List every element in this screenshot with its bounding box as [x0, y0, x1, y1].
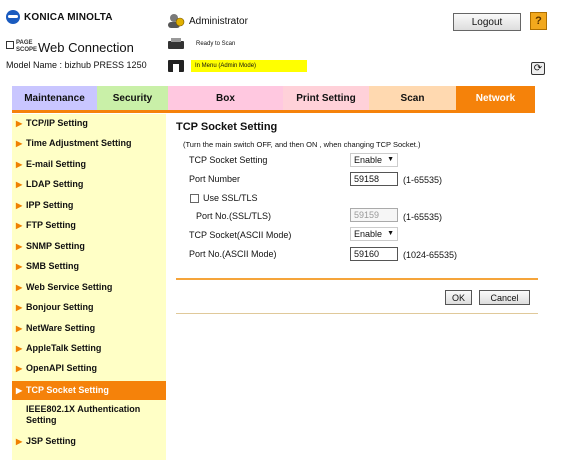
tab-security[interactable]: Security	[97, 86, 168, 110]
help-icon[interactable]: ?	[530, 12, 547, 30]
mode-status: In Menu (Admin Mode)	[191, 60, 307, 72]
port-number-label: Port Number	[189, 174, 241, 184]
arrow-right-icon: ▶	[16, 139, 23, 148]
arrow-right-icon: ▶	[16, 262, 23, 271]
ascii-port-range: (1024-65535)	[403, 250, 458, 260]
ascii-port-input[interactable]: 59160	[350, 247, 398, 261]
sidebar-item-time-adjustment[interactable]: ▶ Time Adjustment Setting	[12, 138, 166, 154]
administrator-icon	[168, 14, 185, 28]
arrow-right-icon: ▶	[16, 283, 23, 292]
port-number-input[interactable]: 59158	[350, 172, 398, 186]
main-tabs: Maintenance Security Box Print Setting S…	[12, 86, 535, 110]
dropdown-arrow-icon: ▼	[387, 156, 394, 163]
ascii-mode-value: Enable	[354, 229, 383, 239]
sidebar-item-smb[interactable]: ▶ SMB Setting	[12, 261, 166, 277]
sidebar-item-snmp[interactable]: ▶ SNMP Setting	[12, 241, 166, 257]
model-name: Model Name : bizhub PRESS 1250	[6, 60, 147, 70]
dropdown-arrow-icon: ▼	[387, 230, 394, 237]
tcp-socket-select[interactable]: Enable ▼	[350, 153, 398, 167]
arrow-right-icon: ▶	[16, 324, 23, 333]
sidebar-item-bonjour[interactable]: ▶ Bonjour Setting	[12, 302, 166, 318]
sidebar-item-ldap[interactable]: ▶ LDAP Setting	[12, 179, 166, 195]
port-number-range: (1-65535)	[403, 175, 443, 185]
sidebar-item-jsp[interactable]: ▶ JSP Setting	[12, 436, 166, 452]
ascii-mode-select[interactable]: Enable ▼	[350, 227, 398, 241]
sidebar-item-ieee8021x[interactable]: IEEE802.1X Authentication Setting	[12, 404, 166, 430]
tab-maintenance[interactable]: Maintenance	[12, 86, 97, 110]
bottom-divider	[176, 313, 538, 314]
tab-network[interactable]: Network	[456, 86, 535, 110]
ssl-port-label: Port No.(SSL/TLS)	[196, 211, 272, 221]
tcp-socket-value: Enable	[354, 155, 383, 165]
tab-underline	[12, 110, 535, 113]
arrow-right-icon: ▶	[16, 221, 23, 230]
admin-mode-icon	[168, 60, 184, 72]
refresh-icon[interactable]: ⟳	[531, 62, 545, 75]
sidebar-item-netware[interactable]: ▶ NetWare Setting	[12, 323, 166, 339]
sidebar-item-tcpip[interactable]: ▶ TCP/IP Setting	[12, 118, 166, 134]
sidebar-item-tcp-socket[interactable]: ▶ TCP Socket Setting	[12, 381, 166, 400]
arrow-right-icon: ▶	[16, 386, 23, 395]
arrow-right-icon: ▶	[16, 364, 23, 373]
ssl-tls-label: Use SSL/TLS	[203, 193, 258, 203]
ok-button[interactable]: OK	[445, 290, 472, 305]
product-title: PAGE SCOPE Web Connection	[6, 38, 134, 56]
arrow-right-icon: ▶	[16, 303, 23, 312]
ascii-mode-label: TCP Socket(ASCII Mode)	[189, 230, 292, 240]
konica-minolta-logo-icon	[6, 10, 20, 24]
sidebar-item-openapi[interactable]: ▶ OpenAPI Setting	[12, 363, 166, 379]
sidebar-item-email[interactable]: ▶ E-mail Setting	[12, 159, 166, 175]
brand-name: KONICA MINOLTA	[24, 11, 113, 23]
arrow-right-icon: ▶	[16, 180, 23, 189]
brand: KONICA MINOLTA	[6, 9, 156, 25]
sidebar-item-appletalk[interactable]: ▶ AppleTalk Setting	[12, 343, 166, 359]
ssl-tls-checkbox[interactable]	[190, 194, 199, 203]
pagescope-logo-icon: PAGE SCOPE	[6, 40, 38, 54]
ascii-port-label: Port No.(ASCII Mode)	[189, 249, 277, 259]
tab-box[interactable]: Box	[168, 86, 283, 110]
ssl-port-input[interactable]: 59159	[350, 208, 398, 222]
printer-status-icon	[168, 38, 184, 49]
notice-text: (Turn the main switch OFF, and then ON ,…	[183, 140, 421, 149]
content-divider	[176, 278, 538, 280]
tab-scan[interactable]: Scan	[369, 86, 456, 110]
logo-line-1: PAGE	[16, 40, 33, 46]
arrow-right-icon: ▶	[16, 119, 23, 128]
product-name: Web Connection	[38, 39, 134, 55]
sidebar: ▶ TCP/IP Setting ▶ Time Adjustment Setting…	[12, 114, 166, 460]
user-label: Administrator	[189, 16, 248, 27]
ssl-port-range: (1-65535)	[403, 212, 443, 222]
sidebar-item-ftp[interactable]: ▶ FTP Setting	[12, 220, 166, 236]
arrow-right-icon: ▶	[16, 437, 23, 446]
page-title: TCP Socket Setting	[176, 121, 278, 133]
sidebar-item-web-service[interactable]: ▶ Web Service Setting	[12, 282, 166, 298]
arrow-right-icon: ▶	[16, 201, 23, 210]
logout-button[interactable]: Logout	[453, 13, 521, 31]
logo-line-2: SCOPE	[16, 47, 38, 53]
arrow-right-icon: ▶	[16, 344, 23, 353]
device-status: Ready to Scan	[196, 41, 236, 47]
tab-print-setting[interactable]: Print Setting	[283, 86, 369, 110]
arrow-right-icon: ▶	[16, 242, 23, 251]
arrow-right-icon: ▶	[16, 160, 23, 169]
sidebar-item-ipp[interactable]: ▶ IPP Setting	[12, 200, 166, 216]
tcp-socket-label: TCP Socket Setting	[189, 155, 268, 165]
cancel-button[interactable]: Cancel	[479, 290, 530, 305]
